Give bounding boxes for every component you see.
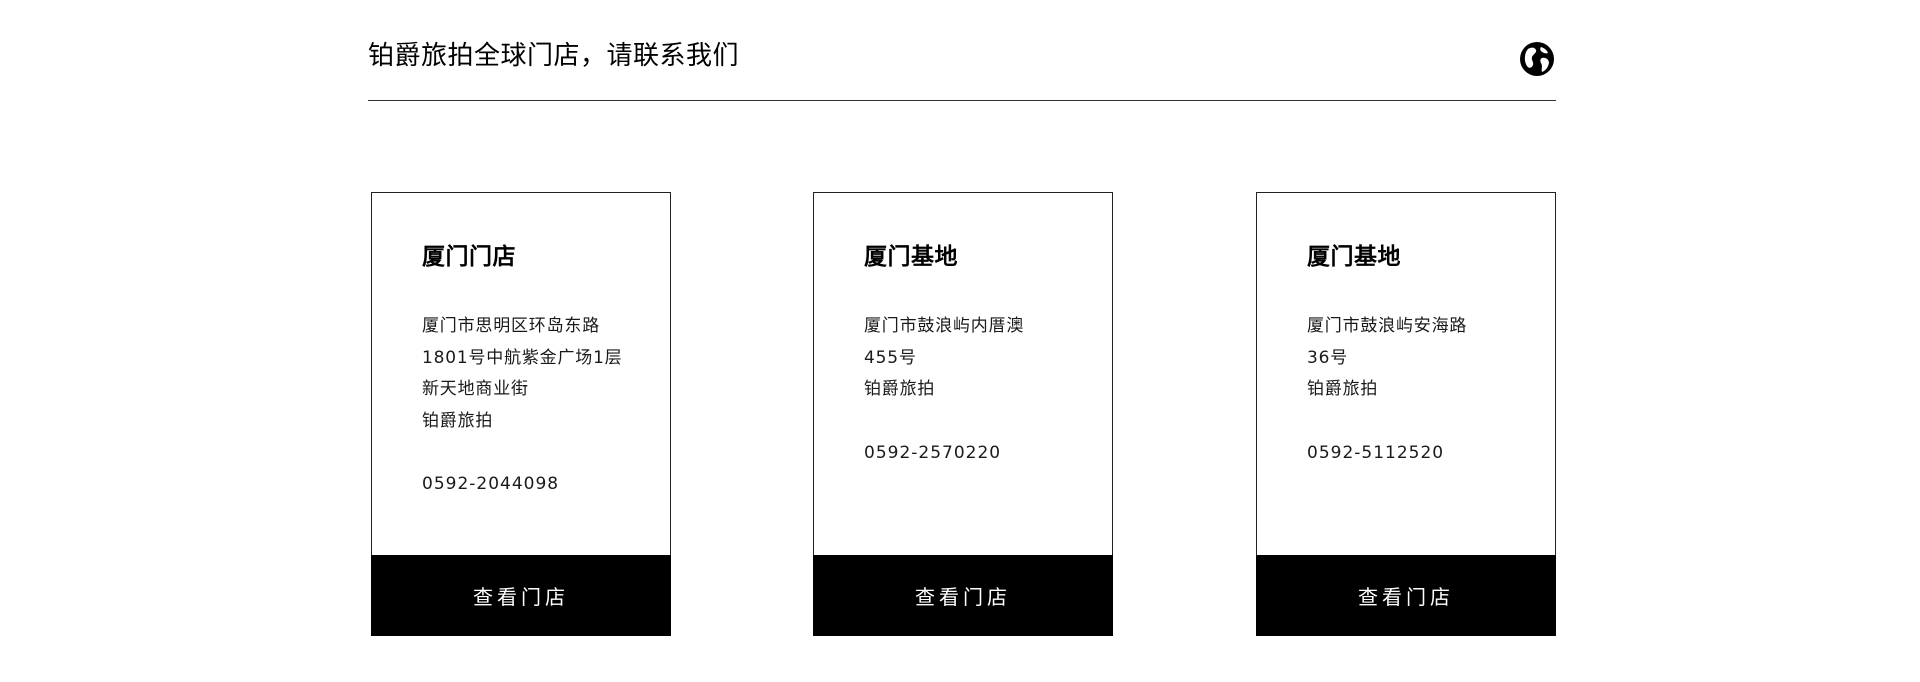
store-address: 厦门市鼓浪屿内厝澳 455号 铂爵旅拍 xyxy=(864,311,1024,406)
address-line: 36号 xyxy=(1307,347,1349,368)
address-line: 厦门市鼓浪屿安海路 xyxy=(1307,316,1468,336)
address-line: 厦门市鼓浪屿内厝澳 xyxy=(864,316,1025,336)
store-name: 厦门基地 xyxy=(1307,244,1401,270)
address-line: 455号 xyxy=(864,347,917,368)
store-card: 厦门门店 厦门市思明区环岛东路 1801号中航紫金广场1层 新天地商业街 铂爵旅… xyxy=(371,192,671,636)
page-title: 铂爵旅拍全球门店，请联系我们 xyxy=(368,41,740,71)
store-phone: 0592-2044098 xyxy=(422,474,560,494)
view-store-button[interactable]: 查看门店 xyxy=(1256,555,1556,636)
globe-icon[interactable] xyxy=(1519,41,1555,77)
store-phone: 0592-5112520 xyxy=(1307,443,1445,463)
store-name: 厦门基地 xyxy=(864,244,958,270)
address-line: 厦门市思明区环岛东路 xyxy=(422,316,600,336)
address-line: 铂爵旅拍 xyxy=(422,410,494,431)
address-line: 铂爵旅拍 xyxy=(864,379,936,399)
store-phone: 0592-2570220 xyxy=(864,443,1002,463)
view-store-button[interactable]: 查看门店 xyxy=(813,555,1113,636)
store-list: 厦门门店 厦门市思明区环岛东路 1801号中航紫金广场1层 新天地商业街 铂爵旅… xyxy=(371,192,1557,638)
store-address: 厦门市鼓浪屿安海路 36号 铂爵旅拍 xyxy=(1307,311,1467,406)
view-store-button[interactable]: 查看门店 xyxy=(371,555,671,636)
store-card: 厦门基地 厦门市鼓浪屿内厝澳 455号 铂爵旅拍 0592-2570220 查看… xyxy=(813,192,1113,636)
address-line: 1801号中航紫金广场1层 xyxy=(422,347,623,368)
address-line: 新天地商业街 xyxy=(422,379,529,399)
store-address: 厦门市思明区环岛东路 1801号中航紫金广场1层 新天地商业街 铂爵旅拍 xyxy=(422,311,622,437)
store-name: 厦门门店 xyxy=(422,244,516,270)
page-header: 铂爵旅拍全球门店，请联系我们 xyxy=(368,30,1556,101)
store-card: 厦门基地 厦门市鼓浪屿安海路 36号 铂爵旅拍 0592-5112520 查看门… xyxy=(1256,192,1556,636)
address-line: 铂爵旅拍 xyxy=(1307,379,1379,399)
